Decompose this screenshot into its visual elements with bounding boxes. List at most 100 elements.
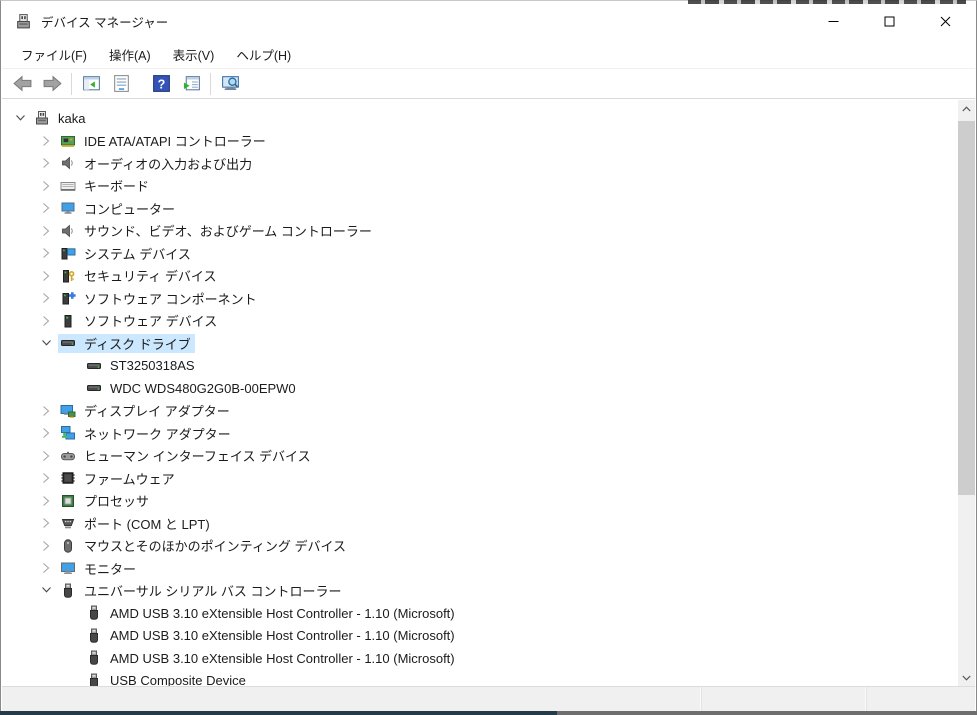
tree-item-label: ST3250318AS (110, 358, 195, 374)
chevron-collapsed-icon[interactable] (34, 557, 58, 580)
forward-icon (43, 75, 62, 92)
back-icon (12, 75, 31, 92)
tree-item[interactable]: プロセッサ (2, 490, 975, 513)
minimize-button[interactable] (805, 1, 861, 41)
chevron-collapsed-icon[interactable] (34, 310, 58, 333)
tree-item[interactable]: マウスとそのほかのポインティング デバイス (2, 535, 975, 558)
chevron-collapsed-icon[interactable] (34, 400, 58, 423)
tree-item[interactable]: セキュリティ デバイス (2, 265, 975, 288)
tree-item[interactable]: サウンド、ビデオ、およびゲーム コントローラー (2, 220, 975, 243)
tree-item[interactable]: キーボード (2, 175, 975, 198)
tree-item-content: モニター (58, 559, 140, 578)
tree-item-content: AMD USB 3.10 eXtensible Host Controller … (84, 649, 459, 668)
forward-button[interactable] (38, 71, 66, 97)
menu-file[interactable]: ファイル(F) (10, 41, 98, 68)
chevron-collapsed-icon[interactable] (34, 197, 58, 220)
chevron-collapsed-icon[interactable] (34, 152, 58, 175)
background-window-sliver-bottom (0, 711, 977, 715)
menu-action[interactable]: 操作(A) (98, 41, 162, 68)
tree-item-content: サウンド、ビデオ、およびゲーム コントローラー (58, 221, 376, 240)
chevron-up-icon (962, 105, 971, 111)
chevron-collapsed-icon[interactable] (34, 422, 58, 445)
show-console-tree-button[interactable] (77, 71, 105, 97)
tree-item[interactable]: ヒューマン インターフェイス デバイス (2, 445, 975, 468)
chevron-collapsed-icon[interactable] (34, 220, 58, 243)
chevron-collapsed-icon[interactable] (34, 467, 58, 490)
tree-item-label: IDE ATA/ATAPI コントローラー (84, 134, 266, 150)
scan-hardware-changes-button[interactable] (216, 71, 244, 97)
tree-item[interactable]: AMD USB 3.10 eXtensible Host Controller … (2, 625, 975, 648)
scrollbar-thumb[interactable] (958, 121, 975, 495)
close-button[interactable] (917, 1, 973, 41)
tree-item[interactable]: ファームウェア (2, 467, 975, 490)
vertical-scrollbar[interactable] (958, 100, 975, 686)
window-controls (805, 1, 973, 41)
export-list-button[interactable] (177, 71, 205, 97)
tree-item[interactable]: USB Composite Device (2, 670, 975, 686)
menu-view[interactable]: 表示(V) (162, 41, 226, 68)
tree-item[interactable]: ソフトウェア コンポーネント (2, 287, 975, 310)
computer-root-icon (34, 110, 50, 126)
tree-item[interactable]: IDE ATA/ATAPI コントローラー (2, 130, 975, 153)
usb-icon (86, 605, 102, 621)
status-pane (867, 687, 975, 711)
chevron-expanded-icon[interactable] (8, 107, 32, 130)
keyboard-icon (60, 178, 76, 194)
tree-item-content: ディスプレイ アダプター (58, 401, 234, 420)
scan-icon (221, 76, 239, 90)
tree-item[interactable]: AMD USB 3.10 eXtensible Host Controller … (2, 602, 975, 625)
tree-item-content: ネットワーク アダプター (58, 424, 235, 443)
chevron-collapsed-icon[interactable] (34, 265, 58, 288)
tree-item[interactable]: ネットワーク アダプター (2, 422, 975, 445)
tree-item[interactable]: ディスク ドライブ (2, 332, 975, 355)
tree-item[interactable]: モニター (2, 557, 975, 580)
chevron-collapsed-icon[interactable] (34, 490, 58, 513)
properties-button[interactable] (107, 71, 135, 97)
scroll-up-button[interactable] (958, 100, 975, 117)
tree-item-selected-region: ディスク ドライブ (58, 333, 195, 353)
device-manager-window: デバイス マネージャー ファイル(F) 操作(A) 表示(V) ヘルプ(H) ?… (0, 0, 977, 715)
tree-item[interactable]: ソフトウェア デバイス (2, 310, 975, 333)
tree-item-content: マウスとそのほかのポインティング デバイス (58, 536, 350, 555)
chevron-collapsed-icon[interactable] (34, 535, 58, 558)
tree-item[interactable]: ポート (COM と LPT) (2, 512, 975, 535)
chevron-collapsed-icon[interactable] (34, 130, 58, 153)
computer-icon (60, 200, 76, 216)
processor-icon (60, 493, 76, 509)
tree-item[interactable]: AMD USB 3.10 eXtensible Host Controller … (2, 647, 975, 670)
chevron-collapsed-icon[interactable] (34, 175, 58, 198)
help-button[interactable]: ? (147, 71, 175, 97)
ide-controller-icon (60, 133, 76, 149)
status-pane (2, 687, 702, 711)
chevron-collapsed-icon[interactable] (34, 242, 58, 265)
mouse-icon (60, 538, 76, 554)
background-window-sliver-top (688, 0, 966, 4)
chevron-down-icon (962, 675, 971, 681)
chevron-collapsed-icon[interactable] (34, 445, 58, 468)
tree-item[interactable]: オーディオの入力および出力 (2, 152, 975, 175)
maximize-button[interactable] (861, 1, 917, 41)
chevron-expanded-icon[interactable] (34, 580, 58, 603)
tree-item[interactable]: ユニバーサル シリアル バス コントローラー (2, 580, 975, 603)
scroll-down-button[interactable] (958, 669, 975, 686)
tree-item-label: サウンド、ビデオ、およびゲーム コントローラー (84, 224, 372, 240)
chevron-expanded-icon[interactable] (34, 332, 58, 355)
tree-item[interactable]: ST3250318AS (2, 355, 975, 378)
tree-item-content: ヒューマン インターフェイス デバイス (58, 446, 315, 465)
disk-drive-icon (86, 358, 102, 374)
tree-item-label: プロセッサ (84, 494, 150, 510)
tree-item-label: ディスプレイ アダプター (84, 404, 230, 420)
tree-item-content: kaka (32, 109, 89, 128)
tree-item[interactable]: WDC WDS480G2G0B-00EPW0 (2, 377, 975, 400)
back-button[interactable] (8, 71, 36, 97)
tree-item[interactable]: ディスプレイ アダプター (2, 400, 975, 423)
chevron-collapsed-icon[interactable] (34, 512, 58, 535)
chevron-collapsed-icon[interactable] (34, 287, 58, 310)
tree-item[interactable]: kaka (2, 107, 975, 130)
menu-help[interactable]: ヘルプ(H) (225, 41, 302, 68)
tree-item[interactable]: コンピューター (2, 197, 975, 220)
tree-item[interactable]: システム デバイス (2, 242, 975, 265)
